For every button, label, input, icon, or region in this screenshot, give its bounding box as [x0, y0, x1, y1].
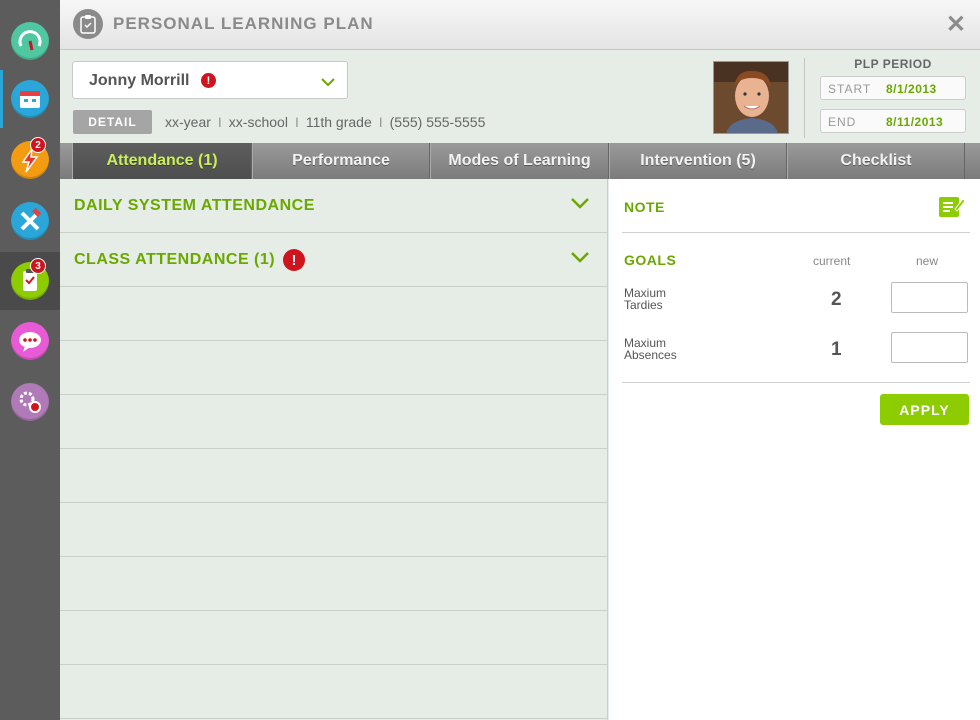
chevron-down-icon	[321, 74, 335, 92]
clipboard-app-icon	[73, 9, 103, 39]
rail-item-tools[interactable]	[0, 192, 60, 250]
rail-item-plp[interactable]: 3	[0, 252, 60, 310]
plp-period-label: PLP PERIOD	[854, 57, 932, 71]
attendance-list: DAILY SYSTEM ATTENDANCE CLASS ATTENDANCE…	[60, 179, 608, 720]
end-date-value: 8/11/2013	[886, 115, 944, 129]
tab-performance[interactable]: Performance	[252, 143, 430, 179]
start-date-field[interactable]: START 8/1/2013	[820, 76, 966, 100]
list-item	[60, 557, 608, 611]
rail-item-messages[interactable]	[0, 312, 60, 370]
tab-checklist[interactable]: Checklist	[787, 143, 965, 179]
apply-button[interactable]: APPLY	[880, 394, 969, 425]
rail-item-dashboard[interactable]	[0, 12, 60, 70]
gauge-icon	[11, 22, 49, 60]
student-grade: 11th grade	[305, 114, 372, 130]
calendar-icon	[11, 80, 49, 118]
tab-bar: Attendance (1) Performance Modes of Lear…	[60, 143, 980, 179]
student-school: xx-school	[228, 114, 288, 130]
start-date-value: 8/1/2013	[886, 82, 937, 96]
student-photo	[713, 61, 789, 134]
alerts-badge: 2	[30, 137, 46, 153]
student-dropdown[interactable]: Jonny Morrill !	[72, 61, 348, 99]
tools-icon	[11, 202, 49, 240]
rail-item-calendar[interactable]	[0, 70, 60, 128]
edit-note-icon[interactable]	[937, 193, 966, 226]
title-bar: PERSONAL LEARNING PLAN ✕	[60, 0, 980, 50]
col-new: new	[916, 254, 939, 268]
plp-badge: 3	[30, 258, 46, 274]
detail-button[interactable]: DETAIL	[73, 110, 152, 134]
goals-panel: NOTE GOALS current new Maxium Tardies 2 M…	[609, 179, 980, 720]
list-item	[60, 341, 608, 395]
list-item	[60, 665, 608, 719]
student-name: Jonny Morrill	[89, 72, 190, 89]
rail-item-settings[interactable]	[0, 373, 60, 431]
section-class-attendance[interactable]: CLASS ATTENDANCE (1) !	[60, 233, 608, 287]
list-item	[60, 611, 608, 665]
goals-label: GOALS	[624, 252, 677, 268]
tab-intervention[interactable]: Intervention (5)	[609, 143, 787, 179]
list-item	[60, 395, 608, 449]
list-item	[60, 287, 608, 341]
col-current: current	[813, 254, 851, 268]
page-title: PERSONAL LEARNING PLAN	[113, 14, 374, 33]
settings-icon	[11, 383, 49, 421]
chat-icon	[11, 322, 49, 360]
note-label: NOTE	[624, 199, 665, 215]
goal-label: Maxium Absences	[624, 336, 677, 362]
chevron-down-icon	[570, 196, 590, 215]
list-item	[60, 449, 608, 503]
end-date-field[interactable]: END 8/11/2013	[820, 109, 966, 133]
goal-label: Maxium Tardies	[624, 286, 667, 312]
close-icon[interactable]: ✕	[946, 10, 966, 39]
list-item	[60, 503, 608, 557]
student-phone: (555) 555-5555	[389, 114, 486, 130]
student-meta: xx-year Ixx-school I 11th grade I (555) 555-5…	[165, 114, 486, 130]
student-header: Jonny Morrill ! DETAIL xx-year Ixx-school…	[60, 50, 980, 143]
alert-icon: !	[283, 249, 305, 271]
tab-attendance[interactable]: Attendance (1)	[72, 143, 252, 179]
tab-modes-of-learning[interactable]: Modes of Learning	[430, 143, 609, 179]
goal-new-input[interactable]	[891, 282, 968, 313]
goal-new-input[interactable]	[891, 332, 968, 363]
rail-item-alerts[interactable]: 2	[0, 131, 60, 189]
chevron-down-icon	[570, 250, 590, 269]
goal-current-value: 1	[831, 339, 842, 360]
section-daily-system-attendance[interactable]: DAILY SYSTEM ATTENDANCE	[60, 179, 608, 233]
goal-current-value: 2	[831, 289, 842, 310]
student-year: xx-year	[165, 114, 211, 130]
alert-icon: !	[201, 73, 216, 88]
app-rail: 2 3	[0, 0, 60, 720]
